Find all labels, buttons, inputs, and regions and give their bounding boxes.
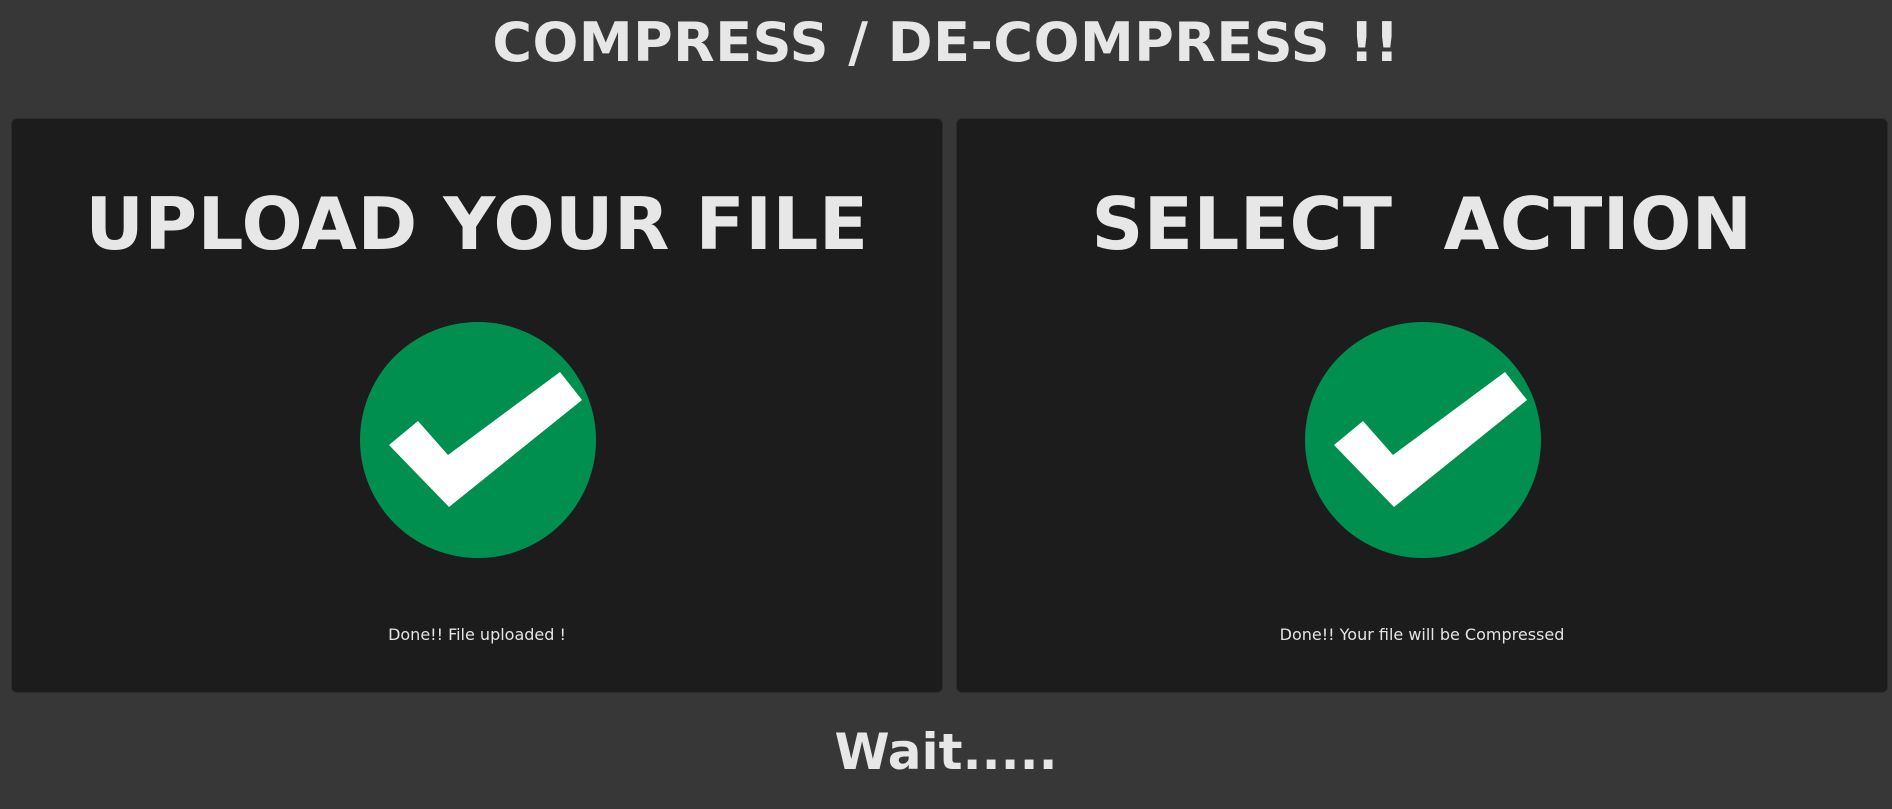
action-status-text: Done!! Your file will be Compressed bbox=[1279, 625, 1565, 644]
upload-panel: UPLOAD YOUR FILE Done!! File uploaded ! bbox=[11, 118, 943, 693]
check-circle-icon bbox=[1305, 322, 1541, 558]
upload-status-text: Done!! File uploaded ! bbox=[388, 625, 566, 644]
action-panel: SELECT ACTION Done!! Your file will be C… bbox=[956, 118, 1888, 693]
wait-message: Wait..... bbox=[834, 723, 1058, 781]
action-panel-heading: SELECT ACTION bbox=[1091, 182, 1753, 266]
page-title: COMPRESS / DE-COMPRESS !! bbox=[492, 11, 1400, 74]
check-circle-icon bbox=[360, 322, 596, 558]
upload-panel-heading: UPLOAD YOUR FILE bbox=[85, 182, 869, 266]
